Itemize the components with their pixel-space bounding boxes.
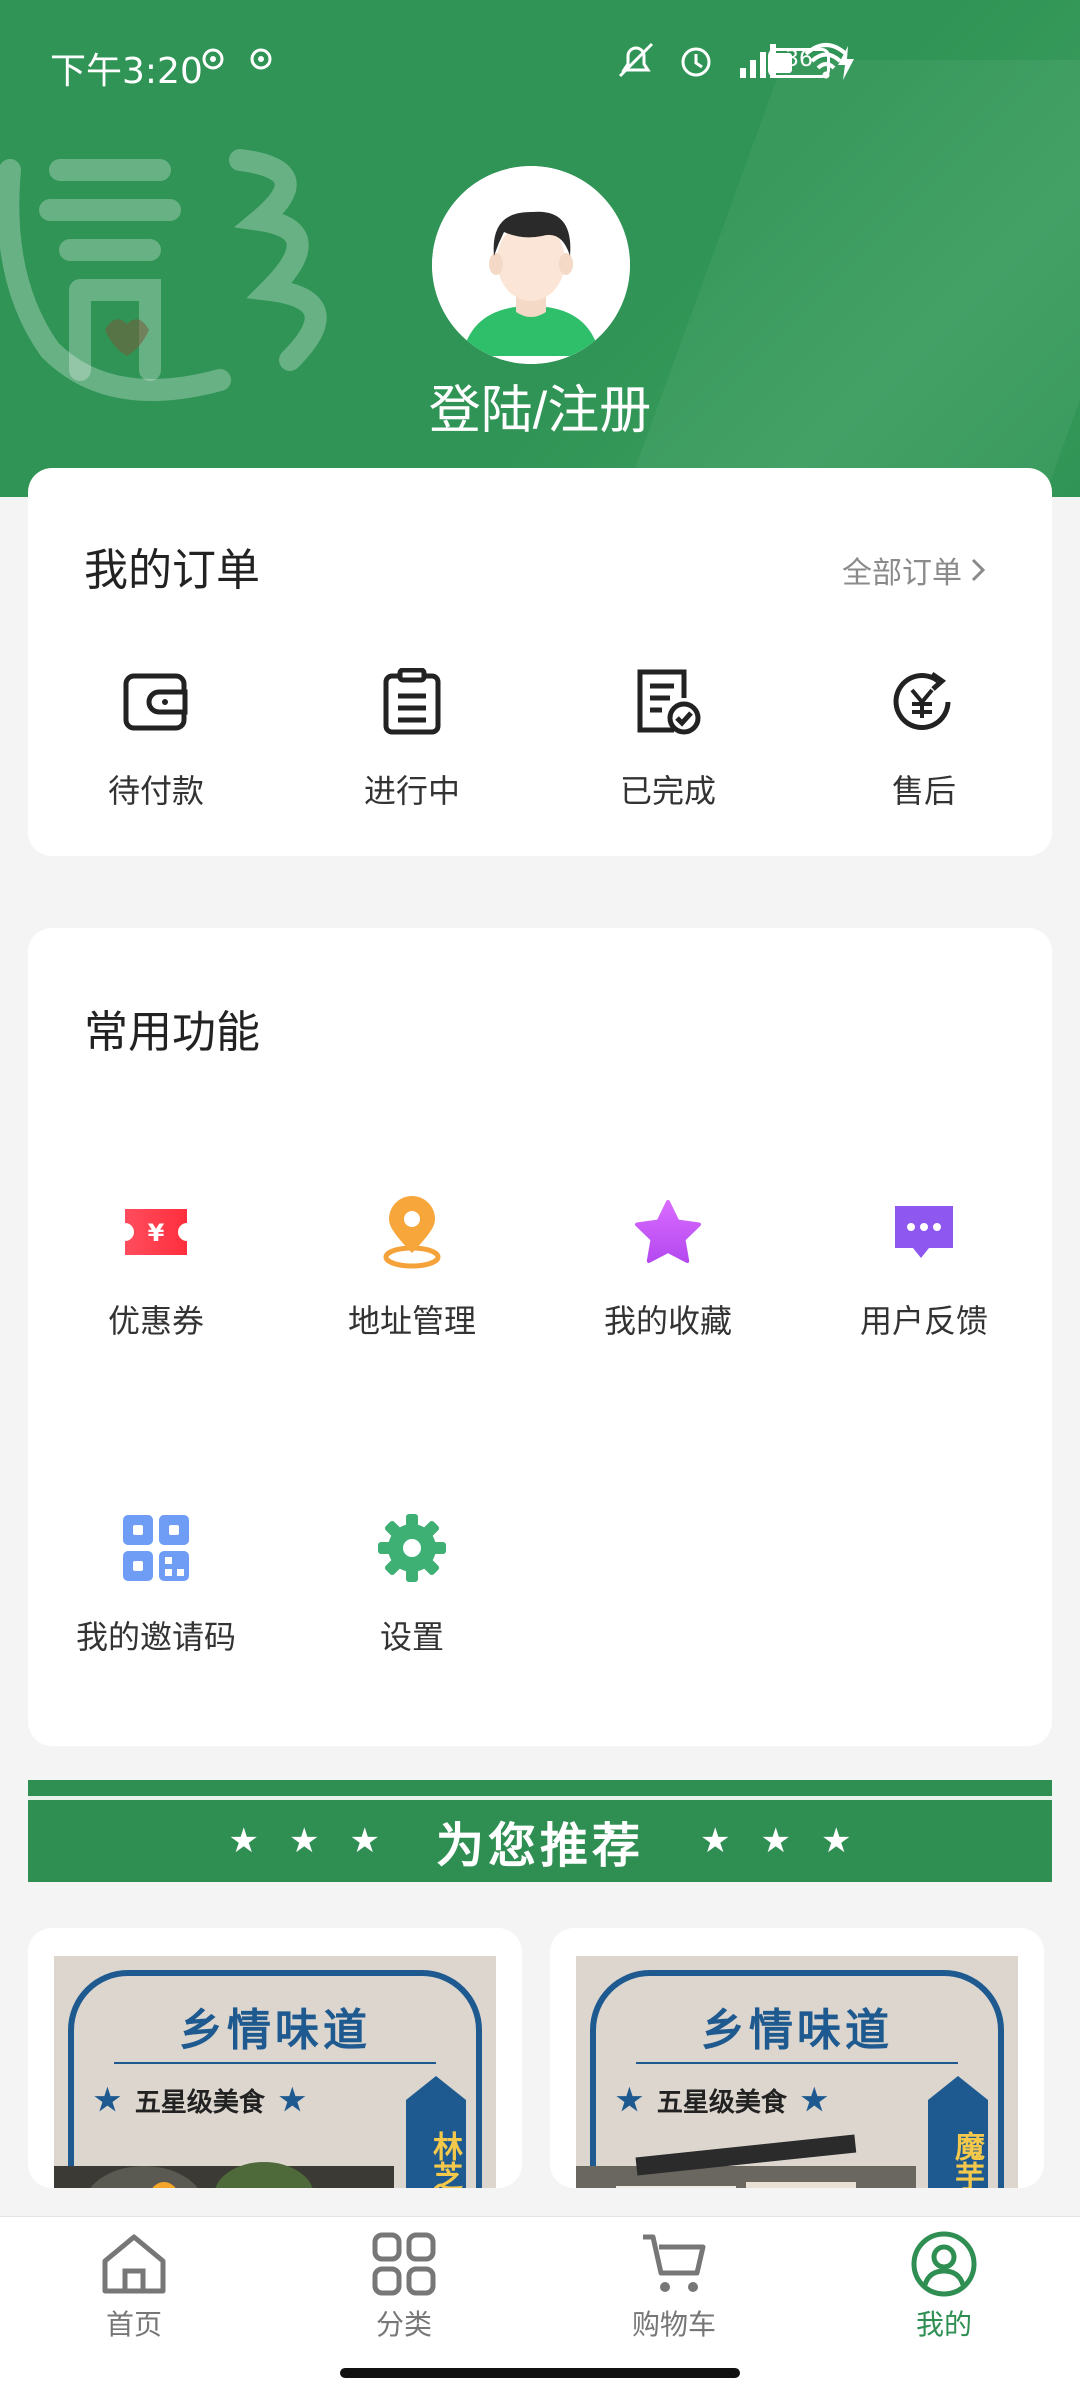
recommend-banner: ★ ★ ★ 为您推荐 ★ ★ ★ — [28, 1780, 1052, 1882]
order-pending-payment[interactable]: 待付款 — [28, 666, 284, 812]
order-after-sales[interactable]: 售后 — [796, 666, 1052, 812]
order-completed[interactable]: 已完成 — [540, 666, 796, 812]
feedback-button[interactable]: 用户反馈 — [796, 1196, 1052, 1342]
completed-doc-icon — [632, 666, 704, 738]
functions-title: 常用功能 — [84, 1007, 260, 1058]
star-decoration-icon: ★ — [700, 1821, 731, 1861]
category-grid-icon — [372, 2232, 436, 2296]
product-tag: 魔芋豆腐 — [928, 2076, 988, 2188]
product-image: 乡情味道 ★五星级美食★ 魔芋豆腐 — [576, 1956, 1018, 2188]
default-avatar-icon — [432, 166, 630, 364]
coupon-button[interactable]: ¥ 优惠券 — [28, 1196, 284, 1342]
star-decoration-icon: ★ — [349, 1821, 380, 1861]
star-decoration-icon: ★ — [760, 1821, 791, 1861]
product-image: 乡情味道 ★五星级美食★ 林芝金耳 — [54, 1956, 496, 2188]
product-card[interactable]: 乡情味道 ★五星级美食★ 魔芋豆腐 — [550, 1928, 1044, 2188]
nav-category[interactable]: 分类 — [304, 2231, 504, 2343]
food-photo — [576, 2134, 916, 2188]
invite-code-button[interactable]: 我的邀请码 — [28, 1512, 284, 1658]
nav-cart[interactable]: 购物车 — [574, 2231, 774, 2343]
order-in-progress[interactable]: 进行中 — [284, 666, 540, 812]
product-card[interactable]: 乡情味道 ★五星级美食★ 林芝金耳 — [28, 1928, 522, 2188]
alarm-icon — [681, 47, 711, 77]
svg-text:¥: ¥ — [148, 1219, 165, 1247]
star-decoration-icon: ★ — [289, 1821, 320, 1861]
charging-icon — [838, 46, 854, 80]
home-indicator[interactable] — [340, 2368, 740, 2378]
chevron-right-icon — [971, 558, 986, 582]
profile-icon — [911, 2231, 977, 2297]
orders-title: 我的订单 — [84, 545, 260, 596]
login-register-link[interactable]: 登陆/注册 — [0, 368, 1080, 443]
mute-icon — [618, 42, 654, 78]
favorites-button[interactable]: 我的收藏 — [540, 1196, 796, 1342]
product-tag: 林芝金耳 — [406, 2076, 466, 2188]
profile-header: 下午3:20 36 登陆/注册 — [0, 0, 1080, 497]
coupon-icon: ¥ — [120, 1196, 192, 1268]
status-bar: 下午3:20 36 — [0, 0, 1080, 130]
settings-button[interactable]: 设置 — [284, 1512, 540, 1658]
functions-card: 常用功能 ¥ 优惠券 地址管理 我的收藏 用户反馈 我的邀请码 设置 — [28, 928, 1052, 1746]
qr-code-icon — [120, 1512, 192, 1584]
star-icon — [632, 1196, 704, 1268]
notification-icon — [202, 48, 224, 70]
recommend-title: 为您推荐 — [435, 1818, 644, 1874]
chat-bubble-icon — [888, 1196, 960, 1268]
battery-indicator: 36 — [768, 47, 830, 78]
nav-mine[interactable]: 我的 — [844, 2231, 1044, 2343]
home-icon — [102, 2234, 166, 2294]
address-management-button[interactable]: 地址管理 — [284, 1196, 540, 1342]
notification-icon — [250, 48, 272, 70]
gear-icon — [376, 1512, 448, 1584]
food-photo — [54, 2162, 394, 2188]
cart-icon — [643, 2234, 706, 2292]
location-pin-icon — [376, 1196, 448, 1269]
all-orders-link[interactable]: 全部订单 — [842, 548, 986, 592]
yen-refund-icon — [888, 666, 960, 738]
avatar[interactable] — [432, 166, 630, 364]
wallet-icon — [120, 666, 192, 738]
nav-home[interactable]: 首页 — [34, 2231, 234, 2343]
star-decoration-icon: ★ — [820, 1821, 852, 1861]
status-time: 下午3:20 — [50, 51, 203, 92]
clipboard-icon — [376, 666, 448, 738]
orders-card: 我的订单 全部订单 待付款 进行中 已完成 售后 — [28, 468, 1052, 856]
star-decoration-icon: ★ — [228, 1821, 260, 1861]
